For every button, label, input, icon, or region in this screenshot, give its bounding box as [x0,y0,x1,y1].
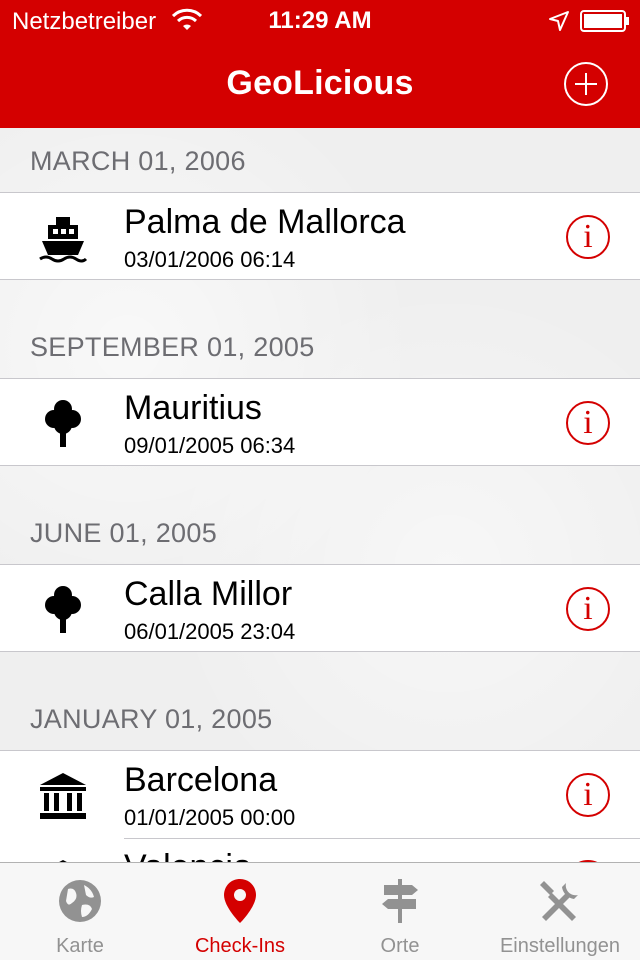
globe-icon [56,877,104,925]
row-timestamp: 03/01/2006 06:14 [124,247,296,272]
section-header: MARCH 01, 2006 [30,146,246,176]
navigation-bar: GeoLicious [0,40,640,128]
battery-icon [580,10,629,32]
ship-icon [36,211,90,265]
row-timestamp: 01/01/2005 00:00 [124,805,296,830]
tools-icon [536,877,584,925]
row-title: Palma de Mallorca [124,203,406,241]
status-time: 11:29 AM [268,7,372,34]
add-button[interactable] [564,62,608,106]
row-timestamp: 09/01/2005 06:34 [124,433,296,458]
check-ins-list[interactable]: MARCH 01, 2006 Palma de Mallorca 03/01/200… [0,128,640,862]
tab-label: Einstellungen [499,935,621,957]
section-header: SEPTEMBER 01, 2005 [30,332,315,362]
tree-icon [36,397,90,451]
check-in-row[interactable]: Calla Millor 06/01/2005 23:04 i [0,564,640,652]
tab-karte[interactable]: Karte [0,863,160,960]
status-bar: Netzbetreiber 11:29 AM [0,0,640,40]
info-icon[interactable]: i [566,401,610,445]
signpost-icon [376,877,424,925]
list-section: SEPTEMBER 01, 2005 Mauritius 09/01/2005 06… [0,280,640,466]
map-pin-icon [216,877,264,925]
info-icon[interactable]: i [566,587,610,631]
list-section: JANUARY 01, 2005 Barcelona 01/01/2005 00:0… [0,652,640,862]
location-arrow-icon [549,11,569,31]
row-title: Mauritius [124,389,262,427]
section-header: JANUARY 01, 2005 [30,704,273,734]
check-in-row[interactable]: Barcelona 01/01/2005 00:00 i [0,750,640,838]
list-section: MARCH 01, 2006 Palma de Mallorca 03/01/200… [0,128,640,280]
tree-icon [36,583,90,637]
list-section: JUNE 01, 2005 Calla Millor 06/01/2005 23:0… [0,466,640,652]
info-icon[interactable]: i [566,773,610,817]
info-icon[interactable]: i [566,215,610,259]
tab-label: Orte [380,935,420,957]
section-header: JUNE 01, 2005 [30,518,218,548]
check-in-row[interactable]: Valenciai [0,838,640,862]
tab-label: Karte [56,935,104,957]
tab-check-ins[interactable]: Check-Ins [160,863,320,960]
page-title: GeoLicious [226,64,414,102]
tab-label: Check-Ins [194,935,286,957]
row-title: Valencia [124,848,252,862]
header: Netzbetreiber 11:29 AM GeoLicious [0,0,640,128]
row-timestamp: 06/01/2005 23:04 [124,619,296,644]
row-title: Barcelona [124,761,278,799]
check-in-row[interactable]: Palma de Mallorca 03/01/2006 06:14 i [0,192,640,280]
tab-einstellungen[interactable]: Einstellungen [480,863,640,960]
tab-orte[interactable]: Orte [320,863,480,960]
museum-icon [36,769,90,823]
tab-bar: Karte Check-Ins Orte Einstellungen [0,862,640,960]
row-title: Calla Millor [124,575,293,613]
check-in-row[interactable]: Mauritius 09/01/2005 06:34 i [0,378,640,466]
